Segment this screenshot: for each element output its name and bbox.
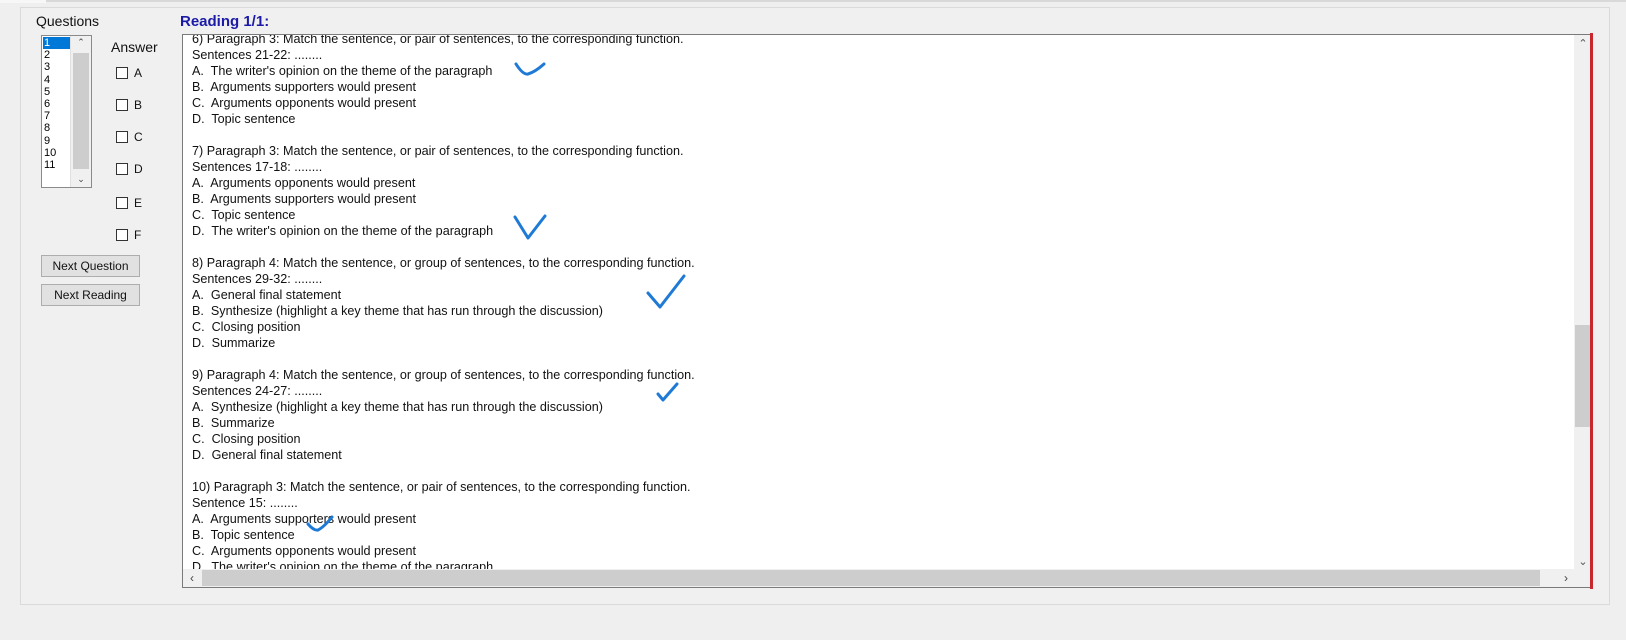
reading-line: 9) Paragraph 4: Match the sentence, or g… <box>192 368 695 382</box>
question-list-item[interactable]: 8 <box>43 122 71 134</box>
checkmark-icon <box>656 382 679 402</box>
checkmark-icon <box>306 515 334 532</box>
question-list-item[interactable]: 3 <box>43 61 71 73</box>
reading-line: 10) Paragraph 3: Match the sentence, or … <box>192 480 691 494</box>
reading-line: D. Summarize <box>192 336 276 350</box>
question-list-items: 1 2 3 4 5 6 7 8 9 10 11 <box>43 37 71 171</box>
reading-line: C. Topic sentence <box>192 208 296 222</box>
checkbox[interactable] <box>116 131 128 143</box>
checkbox[interactable] <box>116 67 128 79</box>
reading-line: A. Arguments supporters would present <box>192 512 417 526</box>
reading-horizontal-scrollbar[interactable]: ‹ › <box>183 569 1575 587</box>
reading-line: B. Summarize <box>192 416 275 430</box>
top-border <box>0 0 1626 2</box>
answer-option-label: D <box>134 162 143 176</box>
question-list-item[interactable]: 4 <box>43 74 71 86</box>
questions-label: Questions <box>36 13 100 29</box>
answer-option-e[interactable]: E <box>116 196 142 210</box>
reading-line: Sentences 24-27: ........ <box>192 384 323 398</box>
question-list-item[interactable]: 10 <box>43 147 71 159</box>
answer-option-c[interactable]: C <box>116 130 143 144</box>
next-reading-button[interactable]: Next Reading <box>41 284 140 306</box>
reading-line: Sentences 17-18: ........ <box>192 160 323 174</box>
chevron-right-icon[interactable]: › <box>1557 569 1575 587</box>
checkmark-icon <box>514 62 546 76</box>
reading-textbox[interactable]: 6) Paragraph 3: Match the sentence, or p… <box>182 34 1593 588</box>
answer-option-label: B <box>134 98 143 112</box>
reading-line: 7) Paragraph 3: Match the sentence, or p… <box>192 144 684 158</box>
reading-line: A. The writer's opinion on the theme of … <box>192 64 493 78</box>
chevron-left-icon[interactable]: ‹ <box>183 569 201 587</box>
answer-label: Answer <box>111 39 158 55</box>
reading-content: 6) Paragraph 3: Match the sentence, or p… <box>192 34 1492 575</box>
reading-line: Sentences 29-32: ........ <box>192 272 323 286</box>
reading-vertical-scroll-thumb[interactable] <box>1575 325 1591 427</box>
reading-line: A. Synthesize (highlight a key theme tha… <box>192 400 603 414</box>
answer-option-label: A <box>134 66 143 80</box>
reading-horizontal-scroll-thumb[interactable] <box>202 570 1540 586</box>
answer-option-label: F <box>134 228 142 242</box>
question-list-item[interactable]: 9 <box>43 135 71 147</box>
checkbox[interactable] <box>116 229 128 241</box>
next-question-button[interactable]: Next Question <box>41 255 140 277</box>
checkbox[interactable] <box>116 163 128 175</box>
question-list-item[interactable]: 5 <box>43 86 71 98</box>
reading-line: B. Arguments supporters would present <box>192 80 417 94</box>
answer-option-label: C <box>134 130 143 144</box>
reading-line: C. Arguments opponents would present <box>192 544 417 558</box>
checkbox[interactable] <box>116 99 128 111</box>
answer-option-label: E <box>134 196 143 210</box>
reading-line: B. Topic sentence <box>192 528 295 542</box>
question-list-item[interactable]: 2 <box>43 49 71 61</box>
checkmark-icon <box>646 274 686 309</box>
top-notch <box>0 0 46 3</box>
question-list-scroll-thumb[interactable] <box>73 53 89 169</box>
reading-line: 6) Paragraph 3: Match the sentence, or p… <box>192 34 684 46</box>
reading-line: B. Synthesize (highlight a key theme tha… <box>192 304 603 318</box>
answer-option-a[interactable]: A <box>116 66 142 80</box>
question-list-scrollbar[interactable]: ⌃ ⌄ <box>70 36 91 187</box>
answer-option-b[interactable]: B <box>116 98 142 112</box>
reading-line: Sentences 21-22: ........ <box>192 48 323 62</box>
chevron-up-icon[interactable]: ⌃ <box>71 37 91 48</box>
reading-line: B. Arguments supporters would present <box>192 192 417 206</box>
answer-option-d[interactable]: D <box>116 162 143 176</box>
reading-line: 8) Paragraph 4: Match the sentence, or g… <box>192 256 695 270</box>
answer-option-f[interactable]: F <box>116 228 141 242</box>
question-list-item[interactable]: 11 <box>43 159 71 171</box>
question-list-item[interactable]: 1 <box>43 37 70 50</box>
reading-line: A. Arguments opponents would present <box>192 176 416 190</box>
reading-line: C. Arguments opponents would present <box>192 96 417 110</box>
reading-title: Reading 1/1: <box>180 13 270 30</box>
question-list-item[interactable]: 6 <box>43 98 71 110</box>
reading-line: A. General final statement <box>192 288 342 302</box>
reading-line: Sentence 15: ........ <box>192 496 298 510</box>
checkbox[interactable] <box>116 197 128 209</box>
question-list-item[interactable]: 7 <box>43 110 71 122</box>
reading-line: D. Topic sentence <box>192 112 296 126</box>
red-edge-marker <box>1590 33 1593 589</box>
reading-line: C. Closing position <box>192 320 301 334</box>
question-list[interactable]: 1 2 3 4 5 6 7 8 9 10 11 ⌃ ⌄ <box>41 35 92 188</box>
reading-line: C. Closing position <box>192 432 301 446</box>
reading-line: D. The writer's opinion on the theme of … <box>192 224 494 238</box>
reading-line: D. General final statement <box>192 448 342 462</box>
checkmark-icon <box>513 214 547 240</box>
chevron-down-icon[interactable]: ⌄ <box>71 174 91 185</box>
